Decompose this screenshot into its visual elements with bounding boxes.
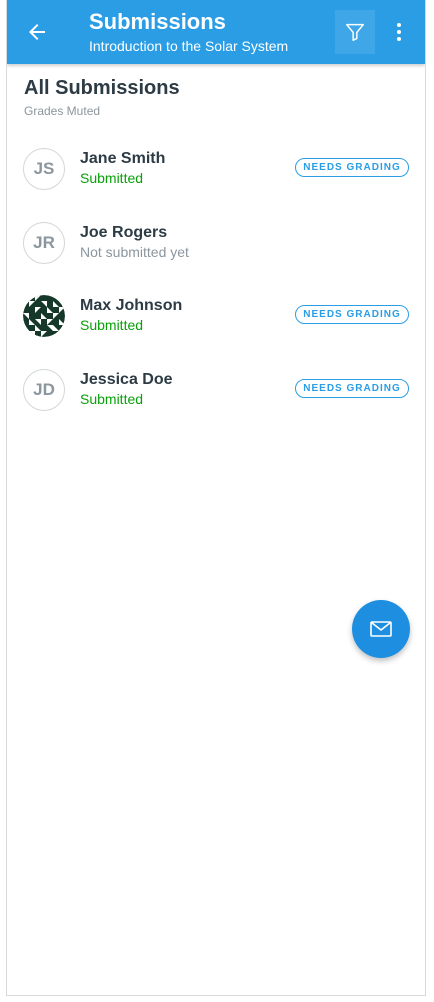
submission-row[interactable]: JD Jessica Doe Submitted NEEDS GRADING	[7, 356, 425, 430]
student-name: Max Johnson	[80, 297, 183, 314]
submission-status: Not submitted yet	[80, 243, 189, 260]
avatar: JR	[23, 221, 65, 264]
submission-row[interactable]: JR Joe Rogers Not submitted yet	[7, 209, 425, 283]
avatar: JD	[23, 368, 65, 411]
page-title: Submissions	[89, 9, 226, 34]
course-subtitle: Introduction to the Solar System	[89, 38, 289, 54]
student-name: Joe Rogers	[80, 223, 168, 241]
needs-grading-badge: NEEDS GRADING	[295, 158, 409, 177]
submission-row[interactable]: Max Johnson Submitted NEEDS GRADING	[7, 282, 425, 356]
pattern-avatar-image	[23, 295, 65, 337]
more-options-button[interactable]	[383, 10, 415, 54]
submission-list: JS Jane Smith Submitted NEEDS GRADING JR…	[7, 135, 425, 429]
avatar-initials: JR	[33, 232, 55, 252]
student-name: Jane Smith	[80, 150, 166, 167]
avatar: JS	[23, 148, 65, 190]
mail-icon	[370, 621, 392, 637]
submission-status: Submitted	[80, 317, 144, 333]
message-students-button[interactable]	[352, 600, 410, 658]
back-button[interactable]	[21, 16, 53, 48]
toolbar: Submissions Introduction to the Solar Sy…	[7, 0, 425, 64]
student-name: Jessica Doe	[80, 370, 173, 388]
needs-grading-badge: NEEDS GRADING	[295, 378, 409, 398]
avatar-initials: JD	[33, 379, 55, 399]
submission-row[interactable]: JS Jane Smith Submitted NEEDS GRADING	[7, 135, 425, 209]
submission-status: Submitted	[80, 170, 144, 186]
arrow-left-icon	[29, 24, 45, 40]
more-vert-icon	[397, 23, 401, 41]
avatar-initials: JS	[33, 159, 55, 178]
grades-muted-label: Grades Muted	[24, 104, 101, 118]
needs-grading-badge: NEEDS GRADING	[295, 305, 409, 324]
section-title: All Submissions	[24, 77, 180, 99]
avatar	[23, 295, 65, 337]
filter-icon	[346, 23, 364, 41]
app-frame: Submissions Introduction to the Solar Sy…	[6, 0, 426, 996]
filter-button[interactable]	[335, 10, 375, 54]
toolbar-titles: Submissions Introduction to the Solar Sy…	[89, 9, 288, 55]
submission-status: Submitted	[80, 390, 144, 407]
